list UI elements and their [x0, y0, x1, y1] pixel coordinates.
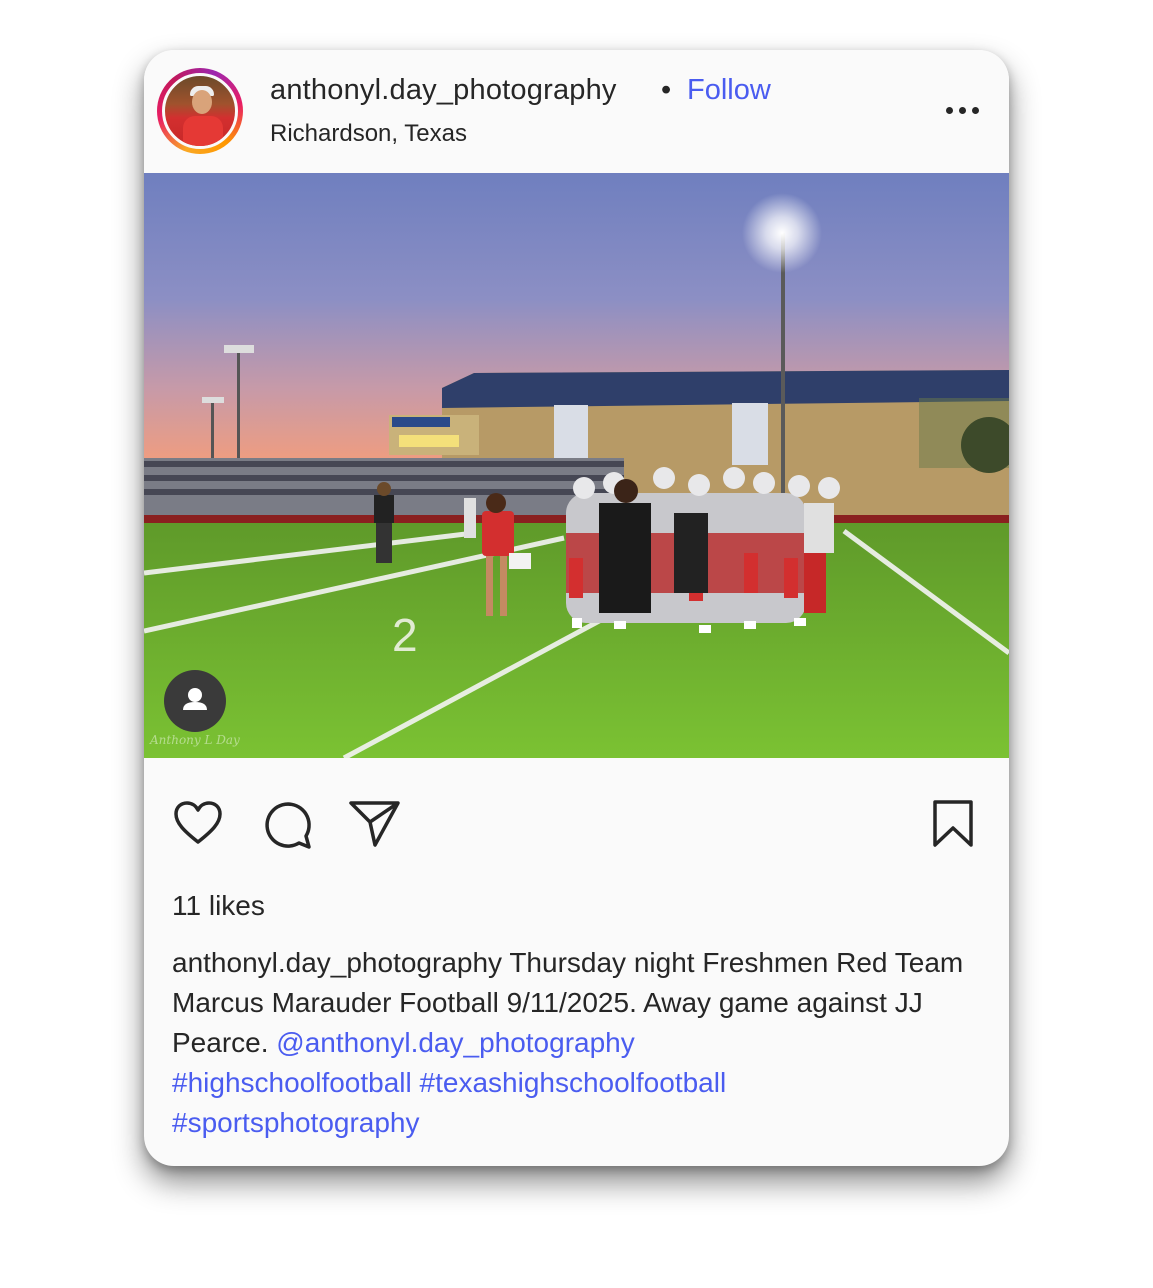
action-bar [144, 758, 1009, 868]
post-header: anthonyl.day_photography • Follow Richar… [144, 50, 1009, 173]
caption-mention[interactable]: @anthonyl.day_photography [276, 1027, 634, 1058]
heart-icon[interactable] [172, 798, 224, 850]
hashtag-link[interactable]: #texashighschoolfootball [420, 1067, 727, 1098]
caption-username[interactable]: anthonyl.day_photography [172, 947, 502, 978]
separator-dot: • [661, 74, 672, 106]
user-tag-icon[interactable] [164, 670, 226, 732]
send-icon[interactable] [348, 798, 402, 852]
field-number: 2 [392, 609, 418, 661]
hashtag-link[interactable]: #sportsphotography [172, 1107, 420, 1138]
post-photo[interactable]: 2 Anthony L Day [144, 173, 1009, 758]
avatar[interactable] [162, 73, 238, 149]
post-username[interactable]: anthonyl.day_photography [270, 74, 617, 107]
photo-watermark: Anthony L Day [150, 733, 240, 747]
likes-count[interactable]: 11 likes [172, 890, 265, 922]
hashtag-link[interactable]: #highschoolfootball [172, 1067, 412, 1098]
post-location[interactable]: Richardson, Texas [270, 120, 467, 148]
comment-icon[interactable] [260, 798, 314, 852]
bookmark-icon[interactable] [930, 798, 976, 850]
post-caption: anthonyl.day_photography Thursday night … [172, 943, 982, 1143]
instagram-post-card: anthonyl.day_photography • Follow Richar… [144, 50, 1009, 1166]
follow-button[interactable]: Follow [687, 74, 771, 107]
more-options-icon[interactable] [942, 90, 982, 130]
story-ring[interactable] [157, 68, 243, 154]
